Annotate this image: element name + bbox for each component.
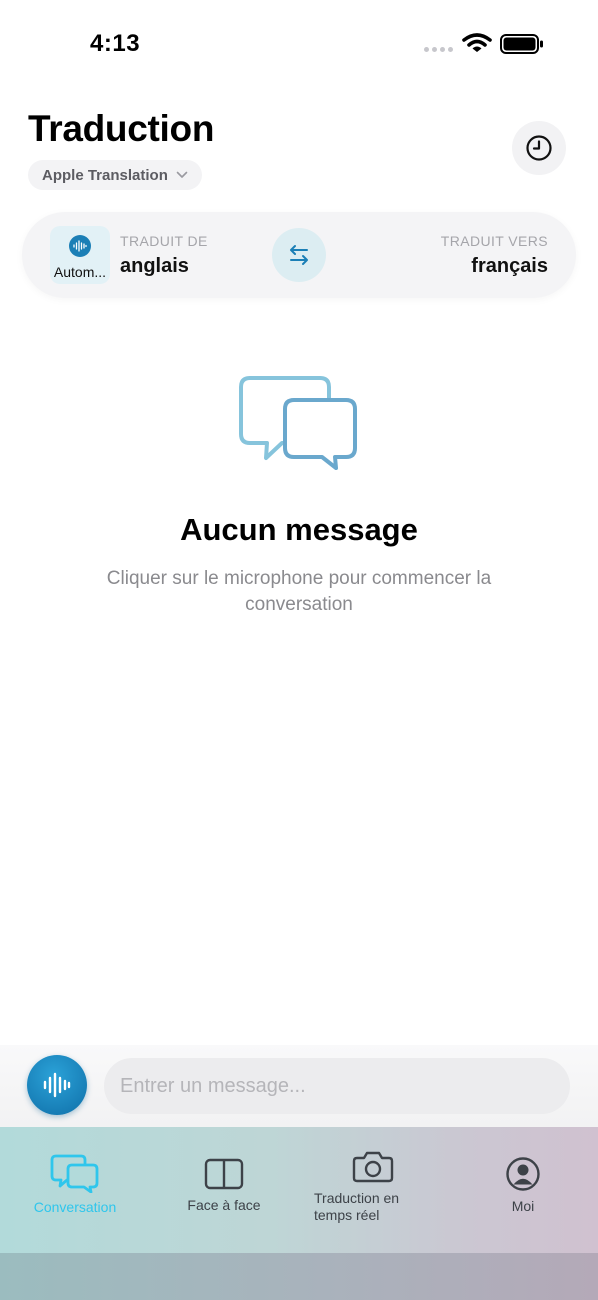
history-button[interactable]: [512, 121, 566, 175]
engine-label: Apple Translation: [42, 166, 168, 184]
wifi-icon: [462, 33, 492, 52]
message-input[interactable]: [104, 1058, 570, 1114]
chevron-down-icon: [176, 171, 188, 178]
screen: 4:13 Traduction Apple Translation Autom.…: [0, 0, 598, 1300]
swap-languages-button[interactable]: [272, 228, 326, 282]
waveform-icon: [43, 1072, 71, 1098]
person-icon: [506, 1157, 540, 1191]
tab-label: Moi: [511, 1198, 535, 1214]
status-time: 4:13: [90, 30, 141, 57]
source-language[interactable]: anglais: [120, 255, 189, 278]
clock-icon: [526, 135, 552, 161]
engine-selector[interactable]: Apple Translation: [28, 160, 202, 190]
tab-bar: Conversation Face à face Traduction en t…: [0, 1127, 598, 1253]
split-view-icon: [204, 1158, 244, 1190]
camera-icon: [352, 1151, 394, 1183]
tab-conversation[interactable]: Conversation: [25, 1127, 125, 1253]
battery-icon: [500, 34, 543, 54]
chat-bubbles-icon: [239, 376, 357, 470]
home-indicator-area: [0, 1253, 598, 1300]
composer: [0, 1045, 598, 1127]
chat-bubbles-icon: [50, 1154, 99, 1193]
to-caption: TRADUIT VERS: [440, 233, 548, 249]
page-title: Traduction: [28, 108, 215, 149]
signal-dots-icon: [424, 47, 453, 52]
tab-me[interactable]: Moi: [483, 1127, 563, 1253]
swap-arrows-icon: [290, 245, 308, 265]
waveform-icon: [69, 235, 91, 257]
tab-label: Traduction en temps réel: [314, 1190, 400, 1223]
target-language[interactable]: français: [471, 255, 548, 278]
empty-state-subtitle: Cliquer sur le microphone pour commencer…: [106, 568, 492, 615]
source-chip-label: Autom...: [53, 264, 107, 280]
from-caption: TRADUIT DE: [120, 233, 208, 249]
empty-state-title: Aucun message: [180, 512, 418, 547]
language-bar: Autom... TRADUIT DE anglais TRADUIT VERS…: [22, 212, 576, 298]
tab-label: Face à face: [187, 1197, 261, 1213]
microphone-button[interactable]: [27, 1055, 87, 1115]
tab-live-translation[interactable]: Traduction en temps réel: [314, 1127, 432, 1253]
source-detection-chip[interactable]: Autom...: [50, 226, 110, 284]
tab-face-to-face[interactable]: Face à face: [174, 1127, 274, 1253]
tab-label: Conversation: [33, 1199, 117, 1215]
